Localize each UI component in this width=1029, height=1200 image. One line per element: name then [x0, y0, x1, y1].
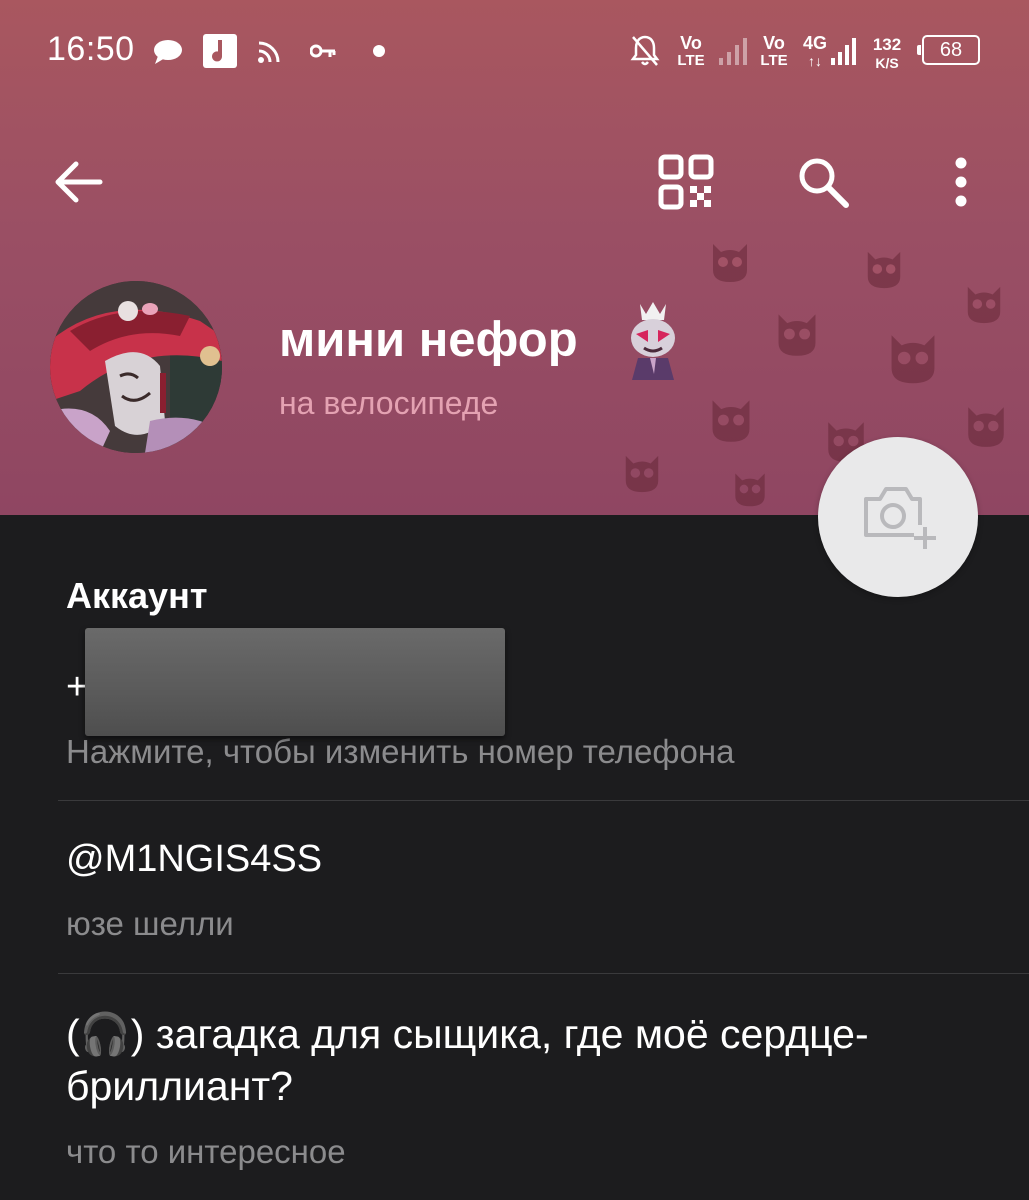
- signal-icon: [719, 38, 747, 65]
- avatar-image: [50, 281, 222, 453]
- profile-header: 16:50 Vo LTE Vo LTE 4G ↑↓ 132 K/S 68 мин…: [0, 0, 1029, 515]
- sim1-volte-label: Vo LTE: [677, 33, 705, 69]
- status-time: 16:50: [47, 30, 135, 68]
- battery-indicator: 68: [917, 35, 980, 65]
- network-speed: 132 K/S: [872, 35, 902, 72]
- owl-pattern-icon: [968, 407, 1004, 447]
- back-button[interactable]: [46, 150, 110, 214]
- owl-pattern-icon: [867, 251, 901, 289]
- set-photo-button[interactable]: [818, 437, 978, 597]
- emoji-status-sticker-icon[interactable]: [620, 300, 686, 382]
- bio-text: (🎧) загадка для сыщика, где моё сердце-б…: [66, 1011, 869, 1109]
- bell-muted-icon: [630, 35, 660, 66]
- account-section-title: Аккаунт: [66, 575, 208, 616]
- phone-hint: Нажмите, чтобы изменить номер телефона: [66, 733, 735, 770]
- redaction-overlay: [85, 628, 505, 736]
- owl-pattern-icon: [778, 314, 816, 356]
- divider: [58, 973, 1029, 974]
- owl-pattern-icon: [735, 473, 765, 507]
- more-menu-button[interactable]: [929, 150, 993, 214]
- cast-icon: [258, 41, 280, 63]
- username: @M1NGIS4SS: [66, 838, 323, 880]
- search-button[interactable]: [791, 150, 855, 214]
- owl-pattern-icon: [967, 286, 1001, 324]
- qr-code-button[interactable]: [654, 150, 718, 214]
- owl-pattern-icon: [891, 335, 935, 384]
- profile-status: на велосипеде: [279, 385, 499, 421]
- camera-add-icon: [864, 487, 936, 549]
- owl-pattern-icon: [713, 244, 747, 282]
- dot-icon: [373, 45, 385, 57]
- divider: [58, 800, 1029, 801]
- more-vertical-icon: [955, 157, 967, 207]
- network-type-label: 4G ↑↓: [802, 33, 827, 69]
- qr-code-icon: [658, 154, 714, 210]
- profile-name: мини нефор: [279, 313, 578, 367]
- status-bar: 16:50 Vo LTE Vo LTE 4G ↑↓ 132 K/S 68: [0, 0, 1029, 104]
- vpn-key-icon: [310, 44, 336, 58]
- owl-pattern-icon: [625, 455, 659, 493]
- avatar[interactable]: [50, 281, 222, 453]
- music-app-icon: [203, 34, 237, 68]
- signal-icon: [831, 38, 856, 65]
- sim2-volte-label: Vo LTE: [760, 33, 788, 69]
- bio-hint: что то интересное: [66, 1133, 346, 1170]
- arrow-left-icon: [55, 161, 103, 203]
- message-icon: [154, 40, 182, 64]
- username-hint: юзе шелли: [66, 905, 234, 942]
- owl-pattern-icon: [712, 400, 750, 442]
- search-icon: [799, 158, 849, 208]
